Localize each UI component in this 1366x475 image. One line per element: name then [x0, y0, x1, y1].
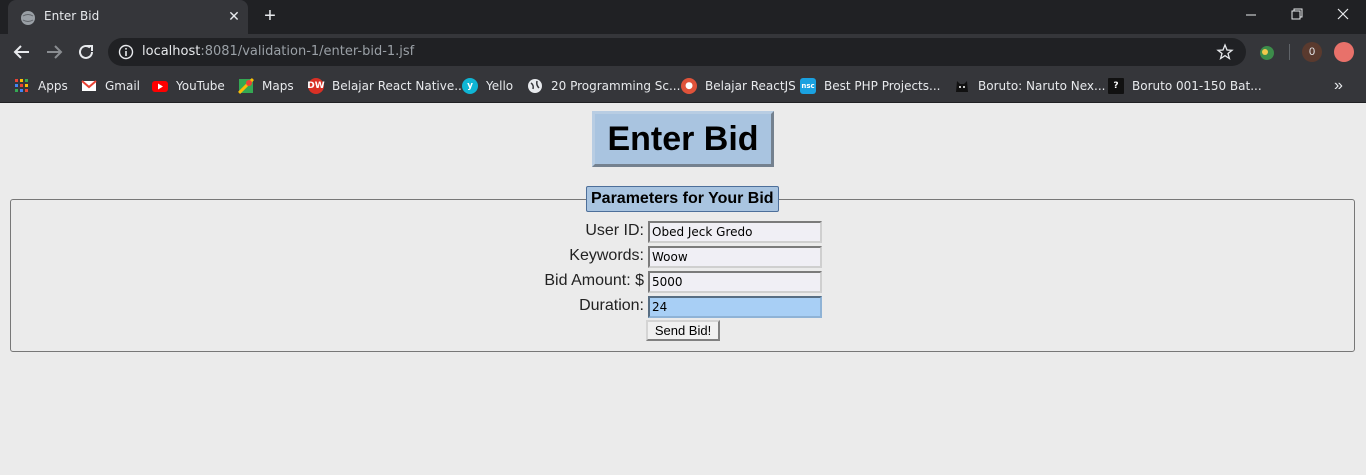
bookmark-label: Belajar ReactJS — [705, 79, 796, 93]
bookmark-maps[interactable]: Maps — [238, 76, 294, 96]
bookmark-label: Apps — [38, 79, 68, 93]
duration-row: Duration: 24 — [0, 296, 1366, 318]
duration-input[interactable]: 24 — [648, 296, 822, 318]
page-content: Enter Bid Parameters for Your Bid User I… — [0, 104, 1366, 475]
user-id-row: User ID: Obed Jeck Gredo — [0, 221, 1366, 243]
address-bar[interactable]: localhost:8081/validation-1/enter-bid-1.… — [108, 38, 1246, 66]
bookmark-label: Belajar React Native... — [332, 79, 466, 93]
youtube-icon — [152, 81, 168, 92]
toolbar-divider — [1289, 44, 1290, 60]
globe-icon — [21, 11, 35, 25]
bookmark-apps[interactable]: Apps — [14, 76, 68, 96]
window-close-icon[interactable] — [1320, 0, 1366, 30]
back-icon[interactable] — [10, 40, 34, 64]
minimize-icon[interactable] — [1228, 0, 1274, 30]
bookmark-label: Maps — [262, 79, 294, 93]
bookmark-label: 20 Programming Sc... — [551, 79, 681, 93]
bookmark-react-native[interactable]: DW Belajar React Native... — [307, 76, 466, 96]
bookmark-label: Yello — [486, 79, 514, 93]
user-id-input[interactable]: Obed Jeck Gredo — [648, 221, 822, 243]
dw-icon: DW — [307, 78, 325, 94]
restore-icon[interactable] — [1274, 0, 1320, 30]
tab-title: Enter Bid — [44, 9, 100, 23]
keywords-input[interactable]: Woow — [648, 246, 822, 268]
bookmark-label: Boruto: Naruto Nex... — [978, 79, 1106, 93]
duration-label: Duration: — [579, 297, 644, 314]
keywords-label: Keywords: — [569, 247, 644, 264]
nsc-icon: nsc — [800, 78, 816, 94]
apps-grid-icon — [15, 79, 28, 92]
question-icon: ? — [1108, 78, 1124, 94]
yello-icon: y — [462, 78, 478, 94]
fieldset-legend: Parameters for Your Bid — [586, 186, 779, 212]
bookmark-php-projects[interactable]: nsc Best PHP Projects... — [800, 76, 940, 96]
bookmark-label: YouTube — [176, 79, 225, 93]
bid-amount-row: Bid Amount: $ 5000 — [0, 271, 1366, 293]
bookmark-label: Best PHP Projects... — [824, 79, 941, 93]
globe-icon — [528, 79, 542, 93]
forward-icon[interactable] — [42, 40, 66, 64]
send-bid-button[interactable]: Send Bid! — [646, 320, 720, 341]
gmail-icon — [81, 80, 97, 91]
bookmark-label: Boruto 001-150 Bat... — [1132, 79, 1262, 93]
close-tab-icon[interactable]: ✕ — [225, 7, 243, 25]
maps-icon — [238, 78, 254, 94]
more-bookmarks-icon[interactable]: » — [1334, 77, 1343, 95]
star-icon[interactable] — [1216, 43, 1234, 61]
bookmarks-bar: Apps Gmail YouTube Maps DW Belajar React… — [0, 70, 1366, 103]
bookmark-gmail[interactable]: Gmail — [81, 76, 140, 96]
page-title: Enter Bid — [607, 119, 759, 158]
page-heading-box: Enter Bid — [592, 111, 774, 167]
bookmark-yello[interactable]: y Yello — [462, 76, 513, 96]
tab-enter-bid[interactable]: Enter Bid ✕ — [8, 0, 248, 34]
extension-icon[interactable] — [1258, 44, 1276, 62]
cat-icon — [956, 81, 968, 92]
keywords-row: Keywords: Woow — [0, 246, 1366, 268]
bid-amount-label: Bid Amount: $ — [544, 272, 644, 289]
info-icon[interactable] — [118, 44, 134, 60]
reload-icon[interactable] — [74, 40, 98, 64]
bid-amount-input[interactable]: 5000 — [648, 271, 822, 293]
react-icon: ● — [681, 78, 697, 94]
bookmark-programming[interactable]: 20 Programming Sc... — [527, 76, 680, 96]
user-id-label: User ID: — [585, 222, 644, 239]
bookmark-boruto-batch[interactable]: ? Boruto 001-150 Bat... — [1108, 76, 1262, 96]
tab-strip: Enter Bid ✕ + — [0, 0, 1366, 34]
bookmark-boruto-next[interactable]: Boruto: Naruto Nex... — [954, 76, 1105, 96]
bookmark-label: Gmail — [105, 79, 141, 93]
extension-badge[interactable]: 0 — [1302, 42, 1322, 62]
browser-toolbar: localhost:8081/validation-1/enter-bid-1.… — [0, 34, 1366, 70]
profile-avatar[interactable] — [1334, 42, 1354, 62]
url-text: localhost:8081/validation-1/enter-bid-1.… — [142, 44, 415, 59]
new-tab-icon[interactable]: + — [259, 5, 281, 27]
bookmark-youtube[interactable]: YouTube — [152, 76, 225, 96]
bookmark-reactjs[interactable]: ● Belajar ReactJS — [681, 76, 796, 96]
